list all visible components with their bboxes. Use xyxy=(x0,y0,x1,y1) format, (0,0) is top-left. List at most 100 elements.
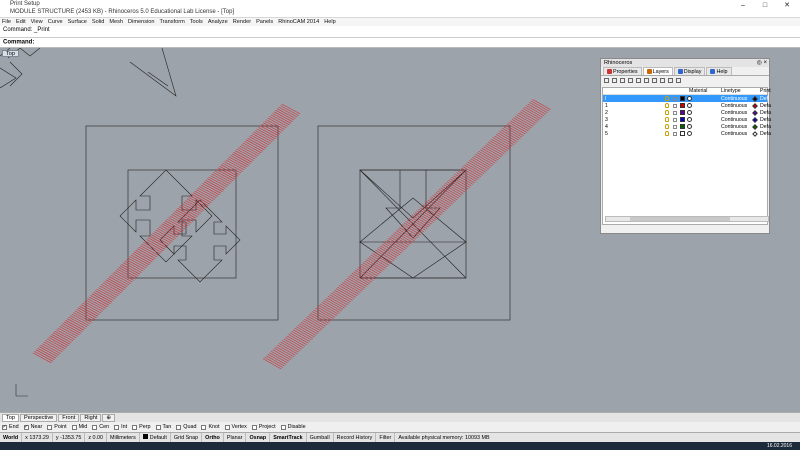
checkbox[interactable] xyxy=(71,424,77,430)
lightbulb-icon[interactable] xyxy=(665,103,669,108)
print-color-diamond[interactable] xyxy=(752,95,758,102)
menu-help[interactable]: Help xyxy=(324,19,336,25)
layer-row[interactable]: I Continuous Def xyxy=(603,95,768,102)
menu-analyze[interactable]: Analyze xyxy=(208,19,228,25)
viewport-label[interactable]: Top xyxy=(2,50,20,57)
menu-edit[interactable]: Edit xyxy=(16,19,26,25)
new-sublayer-icon[interactable] xyxy=(612,78,617,83)
minimize-button[interactable]: – xyxy=(732,1,754,9)
layer-row[interactable]: 1 Continuous Defa xyxy=(603,102,771,109)
maximize-button[interactable]: □ xyxy=(754,1,776,9)
layer-print-width[interactable]: Defa xyxy=(760,110,771,116)
header-material[interactable]: Material xyxy=(689,88,707,94)
osnap-knot[interactable]: Knot xyxy=(201,424,220,430)
lightbulb-icon[interactable] xyxy=(665,124,669,129)
osnap-perp[interactable]: Perp xyxy=(132,424,151,430)
checkbox[interactable]: ✓ xyxy=(2,424,7,430)
record-history-toggle[interactable]: Record History xyxy=(334,432,377,443)
filter-icon[interactable] xyxy=(652,78,657,83)
menu-mesh[interactable]: Mesh xyxy=(109,19,123,25)
osnap-mid[interactable]: Mid xyxy=(71,424,87,430)
menu-transform[interactable]: Transform xyxy=(159,19,184,25)
menu-view[interactable]: View xyxy=(31,19,43,25)
tab-help[interactable]: Help xyxy=(706,67,732,75)
close-button[interactable]: ✕ xyxy=(776,1,798,9)
layer-color-swatch[interactable] xyxy=(680,131,685,136)
units-status[interactable]: Millimeters xyxy=(107,432,140,443)
layer-print-width[interactable]: Def xyxy=(760,96,768,102)
checkbox[interactable] xyxy=(47,424,53,430)
checkbox[interactable] xyxy=(92,424,98,430)
lock-icon[interactable] xyxy=(673,96,677,101)
tab-top[interactable]: Top xyxy=(2,413,20,422)
layer-name[interactable]: 3 xyxy=(605,117,608,123)
lock-icon[interactable] xyxy=(673,103,677,108)
checkbox[interactable] xyxy=(176,424,182,430)
move-up-icon[interactable] xyxy=(628,78,633,83)
tab-perspective[interactable]: Perspective xyxy=(20,413,58,422)
layer-linetype[interactable]: Continuous xyxy=(721,96,747,102)
menu-dimension[interactable]: Dimension xyxy=(128,19,154,25)
layer-color-swatch[interactable] xyxy=(680,124,685,129)
lock-icon[interactable] xyxy=(673,117,677,122)
material-icon[interactable] xyxy=(687,117,692,122)
settings-icon[interactable] xyxy=(668,78,673,83)
material-icon[interactable] xyxy=(687,96,692,101)
smarttrack-toggle[interactable]: SmartTrack xyxy=(270,432,307,443)
planar-toggle[interactable]: Planar xyxy=(224,432,247,443)
gumball-toggle[interactable]: Gumball xyxy=(307,432,334,443)
layer-linetype[interactable]: Continuous xyxy=(721,124,747,130)
checkbox[interactable] xyxy=(201,424,207,430)
header-print[interactable]: Print xyxy=(760,88,771,94)
cplane-status[interactable]: World xyxy=(0,432,23,443)
layer-linetype[interactable]: Continuous xyxy=(721,117,747,123)
layer-print-width[interactable]: Defa xyxy=(760,131,771,137)
help-small-icon[interactable] xyxy=(676,78,681,83)
move-down-icon[interactable] xyxy=(636,78,641,83)
layer-linetype[interactable]: Continuous xyxy=(721,131,747,137)
layer-color-swatch[interactable] xyxy=(680,96,685,101)
layer-name[interactable]: 2 xyxy=(605,110,608,116)
layer-color-swatch[interactable] xyxy=(680,103,685,108)
print-color-diamond[interactable] xyxy=(752,109,758,116)
checkbox[interactable] xyxy=(280,424,286,430)
material-icon[interactable] xyxy=(687,103,692,108)
add-viewport-button[interactable]: ⊕ xyxy=(102,413,116,422)
print-color-diamond[interactable] xyxy=(752,130,758,137)
osnap-int[interactable]: Int xyxy=(114,424,127,430)
layer-linetype[interactable]: Continuous xyxy=(721,110,747,116)
checkbox[interactable]: ✓ xyxy=(23,424,29,430)
osnap-quad[interactable]: Quad xyxy=(176,424,196,430)
osnap-cen[interactable]: Cen xyxy=(92,424,109,430)
layer-row[interactable]: 2 Continuous Defa xyxy=(603,109,771,116)
delete-layer-icon[interactable] xyxy=(620,78,625,83)
print-color-diamond[interactable] xyxy=(752,123,758,130)
osnap-end[interactable]: ✓ End xyxy=(2,424,19,430)
menu-surface[interactable]: Surface xyxy=(68,19,87,25)
menu-tools[interactable]: Tools xyxy=(190,19,203,25)
print-color-diamond[interactable] xyxy=(752,116,758,123)
layer-color-swatch[interactable] xyxy=(680,110,685,115)
new-layer-icon[interactable] xyxy=(604,78,609,83)
osnap-near[interactable]: ✓ Near xyxy=(23,424,42,430)
menu-rhinocam[interactable]: RhinoCAM 2014 xyxy=(278,19,319,25)
layer-name[interactable]: 5 xyxy=(605,131,608,137)
menu-curve[interactable]: Curve xyxy=(48,19,63,25)
material-icon[interactable] xyxy=(687,110,692,115)
layer-name[interactable]: I xyxy=(605,96,606,102)
lock-icon[interactable] xyxy=(673,131,677,136)
panel-title-buttons[interactable]: ◎ × xyxy=(757,59,767,67)
checkbox[interactable] xyxy=(132,424,138,430)
osnap-toggle[interactable]: Osnap xyxy=(246,432,271,443)
menu-panels[interactable]: Panels xyxy=(256,19,273,25)
current-layer[interactable]: Default xyxy=(140,432,171,443)
menu-render[interactable]: Render xyxy=(233,19,251,25)
menu-file[interactable]: File xyxy=(2,19,11,25)
print-color-diamond[interactable] xyxy=(752,102,758,109)
menu-solid[interactable]: Solid xyxy=(92,19,104,25)
lightbulb-icon[interactable] xyxy=(665,96,669,101)
grid-snap-toggle[interactable]: Grid Snap xyxy=(171,432,203,443)
tab-properties[interactable]: Properties xyxy=(603,67,642,75)
material-icon[interactable] xyxy=(687,124,692,129)
checkbox[interactable] xyxy=(155,424,161,430)
